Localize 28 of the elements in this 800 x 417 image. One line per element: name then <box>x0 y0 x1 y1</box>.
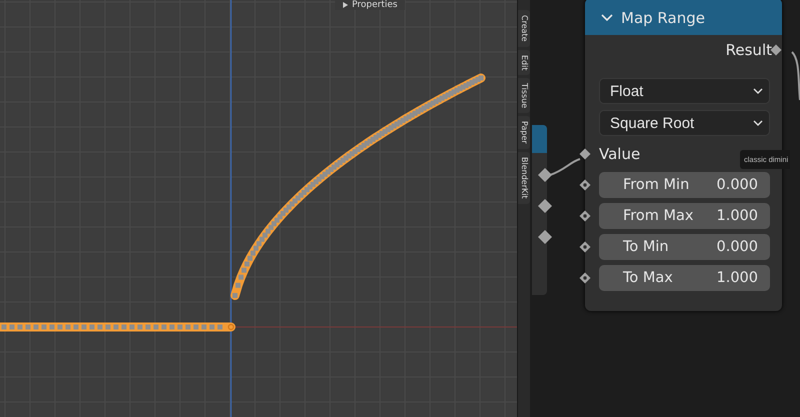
node-title: Map Range <box>621 8 705 26</box>
node-header <box>532 125 547 153</box>
sidebar-tab[interactable]: Edit <box>518 50 530 76</box>
node-header[interactable]: Map Range <box>585 0 782 35</box>
chevron-icon[interactable] <box>601 14 613 22</box>
sidebar-tab[interactable]: Create <box>518 10 530 47</box>
wire-line <box>791 51 800 100</box>
socket-icon[interactable] <box>770 44 782 56</box>
panel-header[interactable]: Properties <box>335 0 406 10</box>
sidebar-tab[interactable]: BlenderKit <box>518 152 530 204</box>
socket-icon[interactable] <box>538 168 552 182</box>
dropdown[interactable]: Square Root <box>599 110 770 136</box>
sidebar-tab[interactable]: Paper <box>518 116 530 149</box>
chevron-icon <box>753 120 763 126</box>
socket-icon[interactable] <box>538 230 552 244</box>
socket-icon[interactable] <box>579 272 591 284</box>
input-label: Value <box>599 145 640 163</box>
socket-icon[interactable] <box>579 210 591 222</box>
output-label: Result <box>726 41 772 59</box>
disclosure-triangle-icon[interactable] <box>343 2 348 8</box>
socket-icon[interactable] <box>538 199 552 213</box>
sidebar-tab[interactable]: Tissue <box>518 78 530 114</box>
chevron-icon <box>753 88 763 94</box>
dropdown[interactable]: Float <box>599 78 770 104</box>
wire-line <box>550 158 580 176</box>
socket-icon[interactable] <box>579 148 591 160</box>
socket-icon[interactable] <box>579 178 591 190</box>
socket-icon[interactable] <box>579 240 591 252</box>
